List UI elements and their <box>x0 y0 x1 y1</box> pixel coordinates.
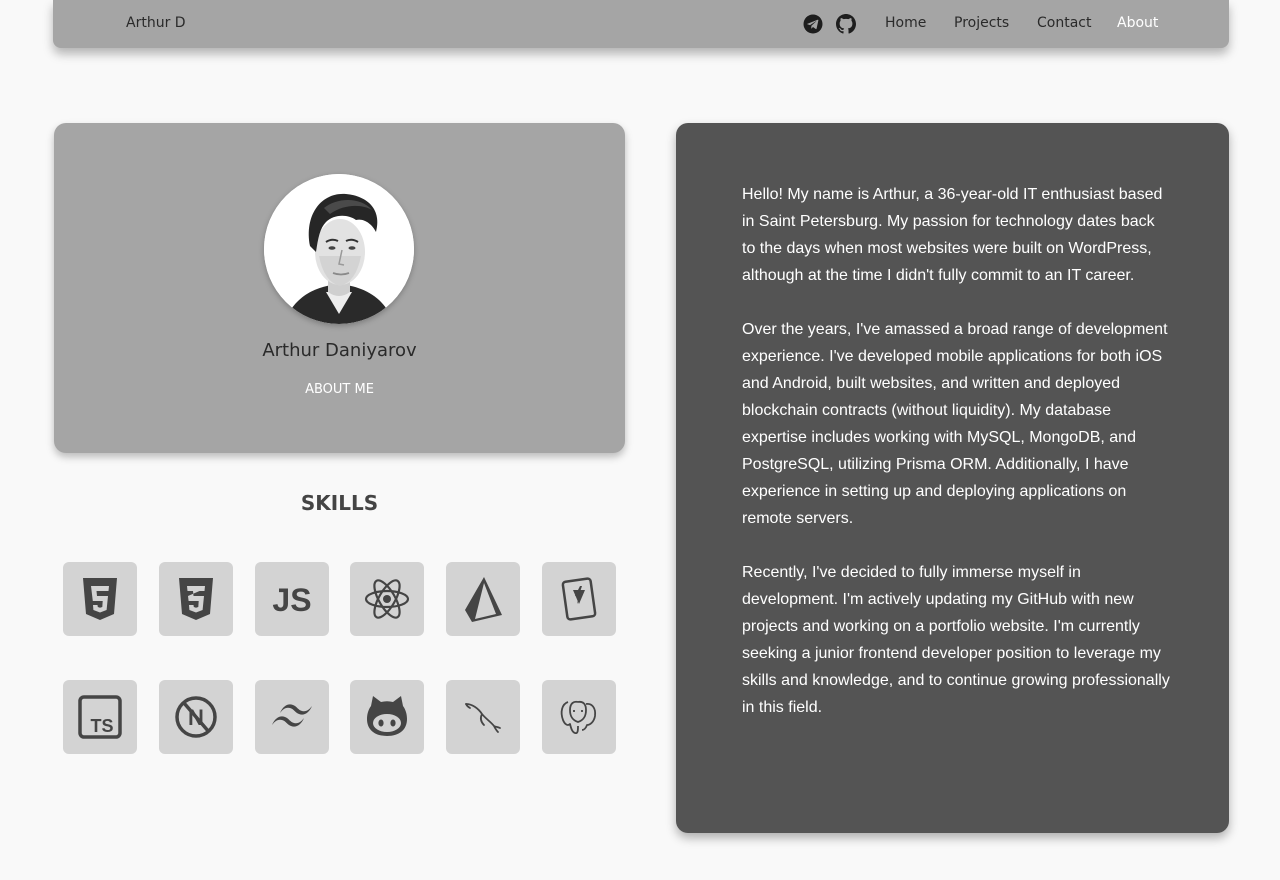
skill-javascript: JS <box>255 562 329 636</box>
nav-link-home[interactable]: Home <box>885 15 926 31</box>
skill-nextjs: N <box>159 680 233 754</box>
html5-icon <box>83 578 117 620</box>
postgresql-icon <box>560 700 597 735</box>
vite-icon <box>561 577 597 621</box>
nav-link-projects[interactable]: Projects <box>954 15 1009 31</box>
bio-text: Hello! My name is Arthur, a 36-year-old … <box>742 181 1170 748</box>
nav-link-about[interactable]: About <box>1117 15 1158 31</box>
skills-title: SKILLS <box>300 491 379 515</box>
bio-card: Hello! My name is Arthur, a 36-year-old … <box>676 123 1229 833</box>
javascript-icon: JS <box>272 582 311 618</box>
nextjs-icon: N <box>175 696 217 738</box>
mysql-icon <box>465 703 501 733</box>
skill-html5 <box>63 562 137 636</box>
react-icon <box>364 579 410 619</box>
telegram-icon[interactable] <box>803 14 823 34</box>
about-me-button[interactable]: ABOUT ME <box>54 382 625 397</box>
svg-text:JS: JS <box>272 582 311 618</box>
avatar <box>264 174 414 324</box>
skill-mysql <box>446 680 520 754</box>
bio-paragraph: Recently, I've decided to fully immerse … <box>742 564 1170 716</box>
skill-typescript: TS <box>63 680 137 754</box>
skill-react <box>350 562 424 636</box>
github-octocat-icon <box>367 696 407 736</box>
profile-card: Arthur Daniyarov ABOUT ME <box>54 123 625 453</box>
bio-paragraph: Over the years, I've amassed a broad ran… <box>742 321 1168 527</box>
svg-text:TS: TS <box>90 716 113 736</box>
skill-github <box>350 680 424 754</box>
bio-paragraph: Hello! My name is Arthur, a 36-year-old … <box>742 186 1163 284</box>
github-icon[interactable] <box>836 14 856 34</box>
brand-name[interactable]: Arthur D <box>126 15 186 31</box>
tailwind-icon <box>272 704 312 727</box>
nav-link-contact[interactable]: Contact <box>1037 15 1091 31</box>
skill-tailwind <box>255 680 329 754</box>
profile-name: Arthur Daniyarov <box>262 340 417 361</box>
navbar: Arthur D Home Projects Contact About <box>53 0 1229 48</box>
skill-postgresql <box>542 680 616 754</box>
skill-vite <box>542 562 616 636</box>
typescript-icon: TS <box>78 695 122 739</box>
skill-css3 <box>159 562 233 636</box>
prisma-icon <box>465 577 502 622</box>
skill-prisma <box>446 562 520 636</box>
css3-icon <box>179 578 213 620</box>
